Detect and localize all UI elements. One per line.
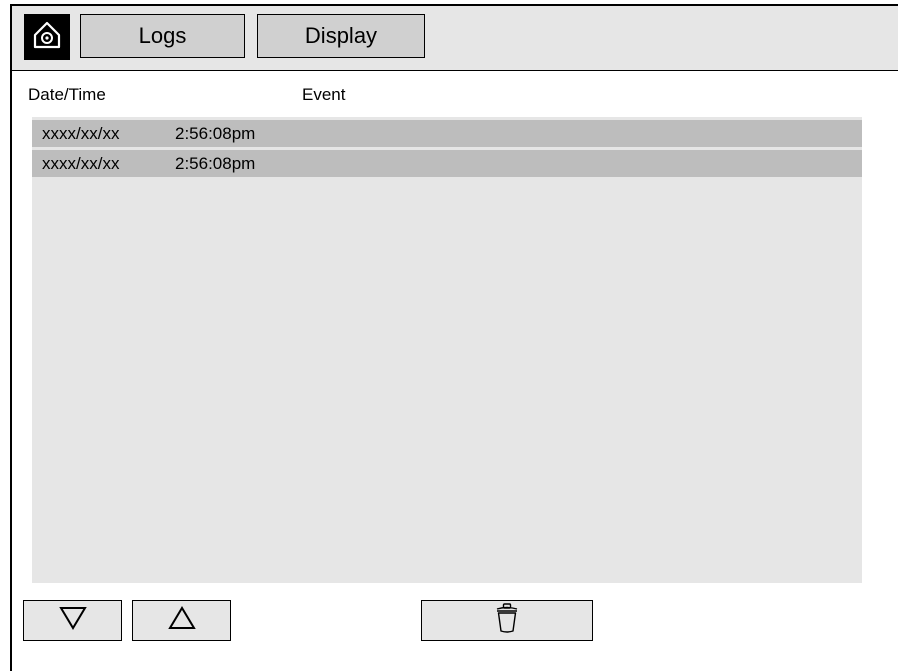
log-row-date: xxxx/xx/xx bbox=[42, 124, 120, 143]
hmi-screen: Logs Display Date/Time Event xxxx/xx/xx … bbox=[10, 4, 898, 671]
log-row-time: 2:56:08pm bbox=[175, 124, 256, 143]
tab-logs[interactable]: Logs bbox=[80, 14, 245, 58]
log-row-date: xxxx/xx/xx bbox=[42, 154, 120, 173]
triangle-down-icon bbox=[58, 606, 87, 635]
home-button[interactable] bbox=[24, 14, 70, 60]
scroll-up-button[interactable] bbox=[132, 600, 231, 641]
scroll-down-button[interactable] bbox=[23, 600, 122, 641]
log-row[interactable]: xxxx/xx/xx 2:56:08pm bbox=[32, 120, 862, 147]
top-bar: Logs Display bbox=[12, 6, 898, 71]
log-row[interactable]: xxxx/xx/xx 2:56:08pm bbox=[32, 150, 862, 177]
column-header-event: Event bbox=[302, 85, 346, 104]
tab-display[interactable]: Display bbox=[257, 14, 425, 58]
trash-icon bbox=[494, 602, 520, 639]
log-list[interactable]: xxxx/xx/xx 2:56:08pm xxxx/xx/xx 2:56:08p… bbox=[32, 117, 862, 583]
triangle-up-icon bbox=[167, 606, 196, 635]
delete-logs-button[interactable] bbox=[421, 600, 593, 641]
log-row-time: 2:56:08pm bbox=[175, 154, 256, 173]
home-icon bbox=[32, 20, 62, 55]
column-header-date-time: Date/Time bbox=[28, 85, 106, 104]
